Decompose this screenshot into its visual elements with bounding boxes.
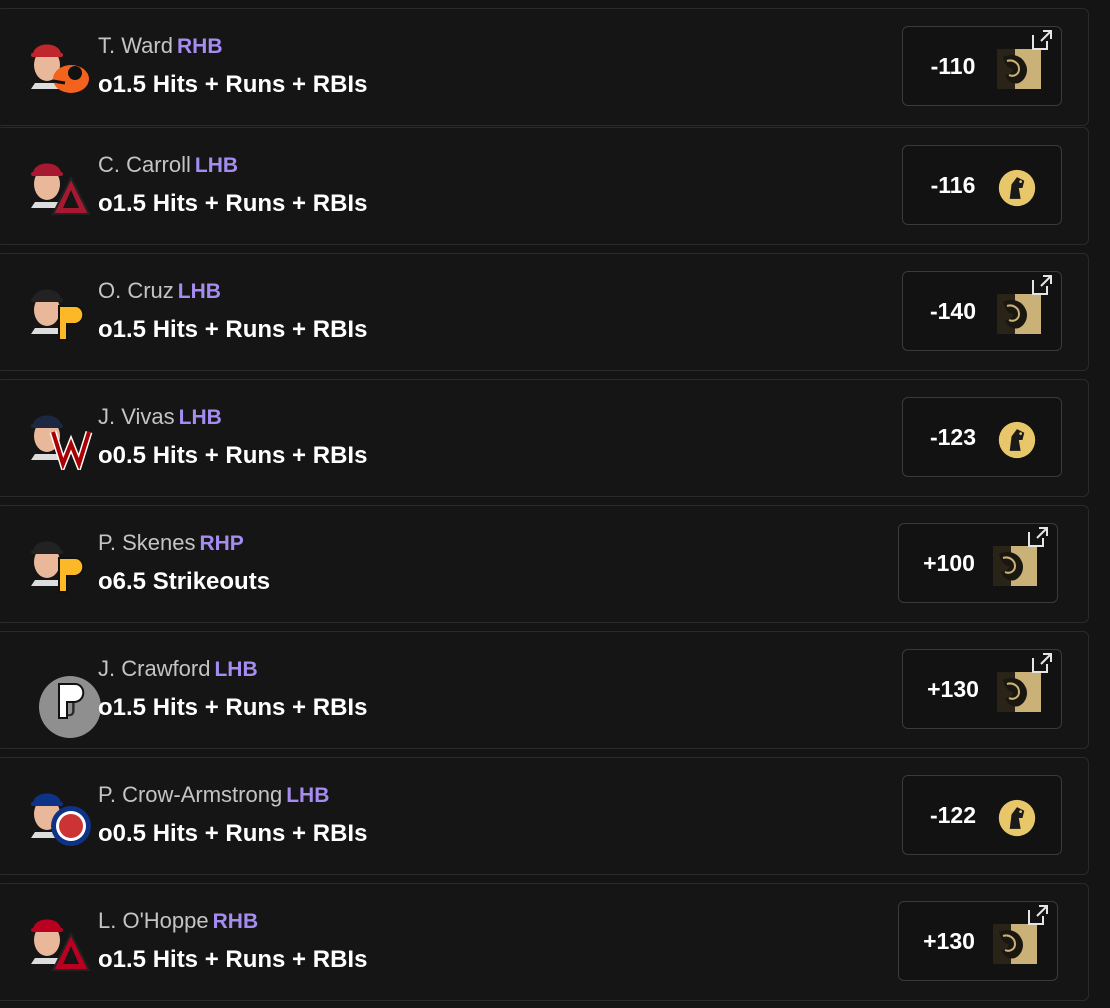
- player-name: T. Ward: [98, 33, 173, 58]
- odds-button[interactable]: -123: [902, 397, 1062, 477]
- prop-row[interactable]: P. Crow-Armstrong LHB o0.5 Hits + Runs + R…: [0, 757, 1089, 875]
- handedness-badge: LHB: [214, 658, 258, 681]
- prop-description: o1.5 Hits + Runs + RBIs: [98, 190, 368, 217]
- odds-button[interactable]: -116: [902, 145, 1062, 225]
- prop-row[interactable]: T. Ward RHB o1.5 Hits + Runs + RBIs -110: [0, 8, 1089, 126]
- prop-description: o1.5 Hits + Runs + RBIs: [98, 694, 368, 721]
- odds-value: +130: [923, 928, 975, 954]
- external-link-icon[interactable]: [1029, 27, 1055, 53]
- pirates-logo-icon: [49, 300, 93, 344]
- player-avatar: [23, 904, 95, 976]
- lion-book-icon: [993, 546, 1037, 586]
- player-name: C. Carroll: [98, 152, 191, 177]
- player-avatar: J: [23, 652, 101, 738]
- odds-value: -116: [930, 172, 976, 198]
- player-avatar: [23, 29, 95, 101]
- player-name-line: C. Carroll LHB: [98, 152, 238, 178]
- handedness-badge: LHB: [177, 280, 221, 303]
- pirates-logo-icon: [49, 552, 93, 596]
- odds-value: -140: [929, 298, 977, 324]
- player-avatar: [23, 526, 95, 598]
- player-avatar: [23, 778, 95, 850]
- odds-button[interactable]: -140: [902, 271, 1062, 351]
- prop-row[interactable]: J J. Crawford LHB o1.5 Hits + Runs + RBIs +1…: [0, 631, 1089, 749]
- prop-description: o1.5 Hits + Runs + RBIs: [98, 316, 368, 343]
- player-name-line: J. Vivas LHB: [98, 404, 222, 430]
- odds-value: +130: [927, 676, 979, 702]
- diamondbacks-logo-icon: [49, 174, 93, 218]
- prop-row[interactable]: J. Vivas LHB o0.5 Hits + Runs + RBIs -123: [0, 379, 1089, 497]
- lion-book-icon: [997, 294, 1041, 334]
- odds-button[interactable]: +130: [898, 901, 1058, 981]
- nationals-logo-icon: [49, 426, 93, 475]
- player-name: L. O'Hoppe: [98, 908, 209, 933]
- odds-button[interactable]: -122: [902, 775, 1062, 855]
- handedness-badge: RHP: [199, 532, 244, 555]
- phillies-logo-icon: [49, 678, 93, 722]
- prop-description: o6.5 Strikeouts: [98, 568, 271, 595]
- angels-logo-icon: [49, 930, 93, 974]
- prop-row[interactable]: L. O'Hoppe RHB o1.5 Hits + Runs + RBIs +130: [0, 883, 1089, 1001]
- lion-book-icon: [997, 49, 1041, 89]
- player-name: O. Cruz: [98, 278, 174, 303]
- player-avatar: [23, 274, 95, 346]
- odds-value: -123: [929, 424, 977, 450]
- player-avatar: [23, 400, 95, 475]
- prop-row[interactable]: O. Cruz LHB o1.5 Hits + Runs + RBIs -140: [0, 253, 1089, 371]
- prop-description: o0.5 Hits + Runs + RBIs: [98, 442, 368, 469]
- handedness-badge: LHB: [178, 406, 222, 429]
- horse-book-icon: [997, 798, 1041, 838]
- player-name-line: O. Cruz LHB: [98, 278, 221, 304]
- odds-button[interactable]: +130: [902, 649, 1062, 729]
- odds-value: +100: [923, 550, 975, 576]
- prop-row[interactable]: C. Carroll LHB o1.5 Hits + Runs + RBIs -116: [0, 127, 1089, 245]
- player-name-line: J. Crawford LHB: [98, 656, 258, 682]
- player-name-line: T. Ward RHB: [98, 33, 222, 59]
- odds-button[interactable]: -110: [902, 26, 1062, 106]
- external-link-icon[interactable]: [1025, 524, 1051, 550]
- player-prop-list: T. Ward RHB o1.5 Hits + Runs + RBIs -110 C.…: [0, 0, 1110, 1008]
- odds-value: -110: [930, 53, 976, 79]
- handedness-badge: RHB: [212, 910, 259, 933]
- player-name: J. Vivas: [98, 404, 175, 429]
- player-name: P. Skenes: [98, 530, 196, 555]
- lion-book-icon: [993, 924, 1037, 964]
- external-link-icon[interactable]: [1029, 650, 1055, 676]
- lion-book-icon: [997, 672, 1041, 712]
- cubs-logo-icon: [49, 804, 93, 848]
- prop-description: o1.5 Hits + Runs + RBIs: [98, 946, 368, 973]
- player-name-line: P. Skenes RHP: [98, 530, 244, 556]
- handedness-badge: LHB: [286, 784, 330, 807]
- handedness-badge: RHB: [176, 35, 223, 58]
- prop-row[interactable]: P. Skenes RHP o6.5 Strikeouts +100: [0, 505, 1089, 623]
- player-name-line: P. Crow-Armstrong LHB: [98, 782, 329, 808]
- handedness-badge: LHB: [194, 154, 239, 177]
- player-name-line: L. O'Hoppe RHB: [98, 908, 258, 934]
- player-name: J. Crawford: [98, 656, 211, 681]
- external-link-icon[interactable]: [1029, 272, 1055, 298]
- player-name: P. Crow-Armstrong: [98, 782, 283, 807]
- orioles-logo-icon: [49, 55, 93, 99]
- prop-description: o1.5 Hits + Runs + RBIs: [98, 71, 368, 98]
- external-link-icon[interactable]: [1025, 902, 1051, 928]
- horse-book-icon: [997, 168, 1041, 208]
- player-avatar: [23, 148, 95, 220]
- odds-value: -122: [929, 802, 977, 828]
- odds-button[interactable]: +100: [898, 523, 1058, 603]
- prop-description: o0.5 Hits + Runs + RBIs: [98, 820, 368, 847]
- horse-book-icon: [997, 420, 1041, 460]
